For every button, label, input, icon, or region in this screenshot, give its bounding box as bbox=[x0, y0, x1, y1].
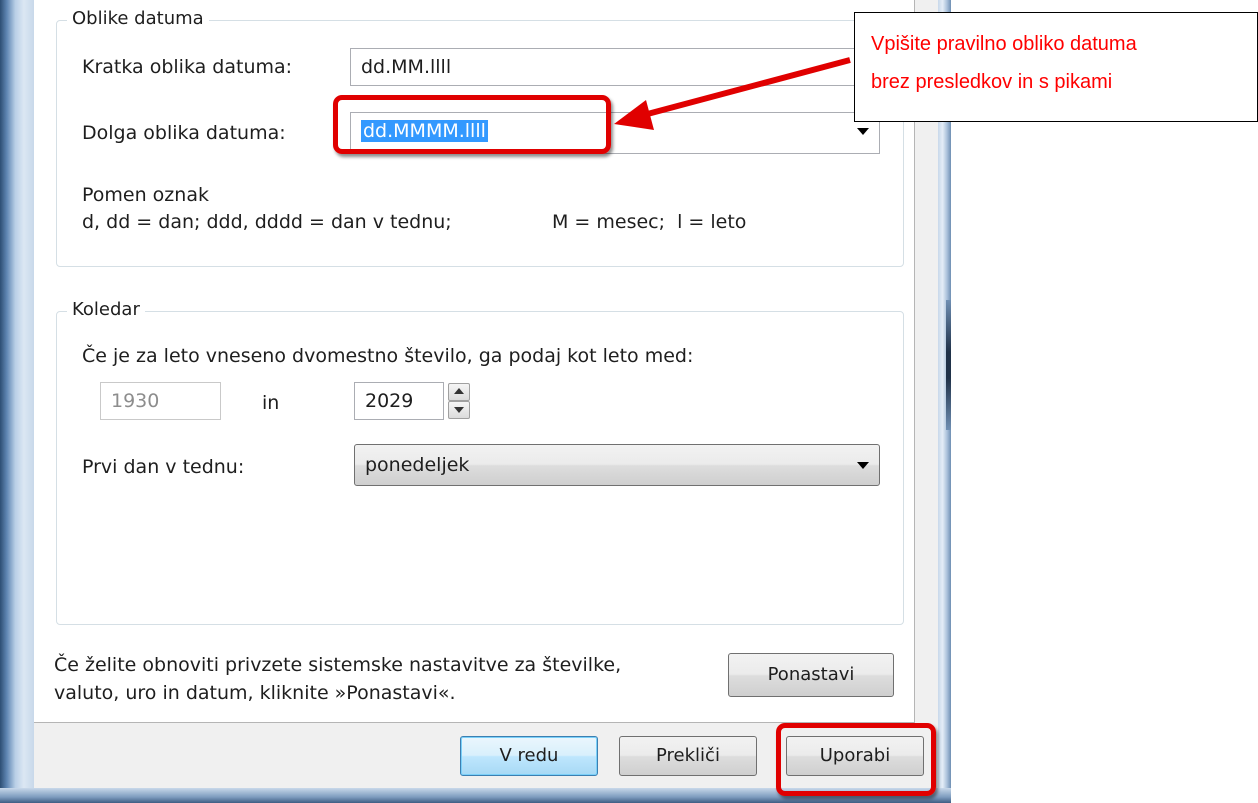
arrow-head bbox=[614, 100, 654, 130]
callout-line1: Vpišite pravilno obliko datuma bbox=[871, 33, 1137, 55]
arrow-shaft bbox=[639, 57, 851, 119]
callout-line2: brez presledkov in s pikami bbox=[871, 71, 1113, 93]
annotation-callout: Vpišite pravilno obliko datuma brez pres… bbox=[854, 12, 1258, 122]
